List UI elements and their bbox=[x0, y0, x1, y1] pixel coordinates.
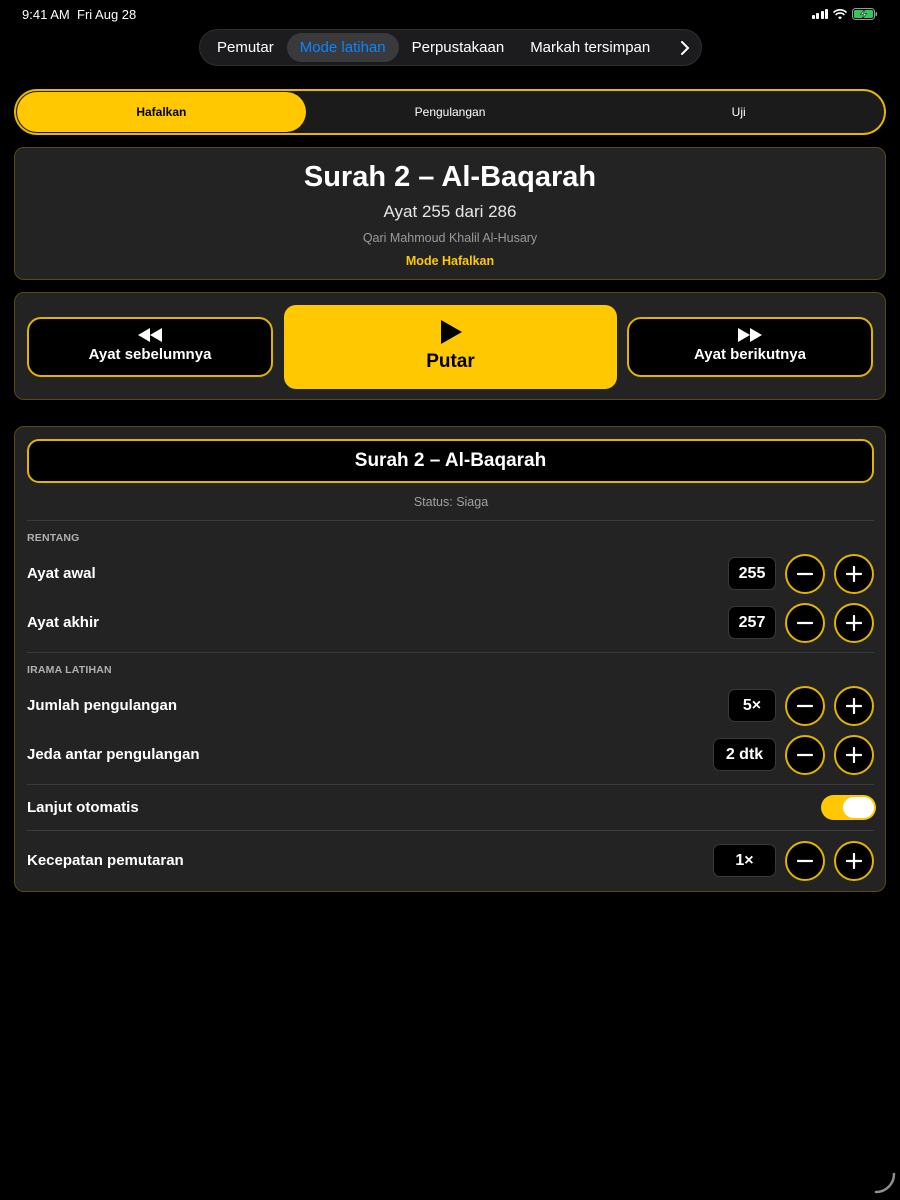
minus-icon bbox=[797, 859, 813, 863]
previous-ayat-label: Ayat sebelumnya bbox=[88, 346, 212, 363]
playback-speed-increment-button[interactable] bbox=[834, 841, 874, 881]
start-ayat-value: 255 bbox=[728, 557, 776, 590]
divider bbox=[27, 784, 874, 785]
minus-icon bbox=[797, 704, 813, 708]
wifi-icon bbox=[833, 8, 847, 19]
end-ayat-label: Ayat akhir bbox=[27, 614, 99, 631]
chevron-right-icon bbox=[681, 40, 690, 55]
start-ayat-increment-button[interactable] bbox=[834, 554, 874, 594]
divider bbox=[27, 830, 874, 831]
minus-icon bbox=[797, 753, 813, 757]
status-time: 9:41 AM bbox=[22, 7, 70, 22]
status-bar: 9:41 AM Fri Aug 28 bbox=[0, 0, 900, 30]
segment-hafalkan[interactable]: Hafalkan bbox=[17, 92, 306, 132]
repeat-count-decrement-button[interactable] bbox=[785, 686, 825, 726]
surah-title: Surah 2 – Al-Baqarah bbox=[303, 161, 597, 193]
repeat-count-increment-button[interactable] bbox=[834, 686, 874, 726]
segment-pengulangan[interactable]: Pengulangan bbox=[306, 92, 595, 132]
pause-between-label: Jeda antar pengulangan bbox=[27, 746, 200, 763]
tab-markah-tersimpan[interactable]: Markah tersimpan bbox=[517, 33, 663, 62]
pause-between-increment-button[interactable] bbox=[834, 735, 874, 775]
mode-segmented-control: Hafalkan Pengulangan Uji bbox=[14, 89, 886, 135]
minus-icon bbox=[797, 621, 813, 625]
resize-corner-icon bbox=[874, 1172, 896, 1194]
start-ayat-decrement-button[interactable] bbox=[785, 554, 825, 594]
fast-forward-icon bbox=[738, 328, 762, 342]
plus-icon bbox=[846, 698, 862, 714]
playback-speed-value: 1× bbox=[713, 844, 776, 877]
play-button[interactable]: Putar bbox=[284, 305, 617, 389]
repeat-count-label: Jumlah pengulangan bbox=[27, 697, 178, 714]
next-ayat-label: Ayat berikutnya bbox=[694, 346, 806, 363]
section-header-irama-latihan: IRAMA LATIHAN bbox=[27, 664, 112, 676]
end-ayat-increment-button[interactable] bbox=[834, 603, 874, 643]
segment-uji[interactable]: Uji bbox=[594, 92, 883, 132]
mode-label: Mode Hafalkan bbox=[405, 254, 495, 268]
previous-ayat-button[interactable]: Ayat sebelumnya bbox=[27, 317, 273, 377]
plus-icon bbox=[846, 566, 862, 582]
status-icons bbox=[811, 8, 879, 20]
auto-advance-label: Lanjut otomatis bbox=[27, 799, 139, 816]
status-text: Status: Siaga bbox=[413, 495, 489, 509]
surah-selector-button[interactable]: Surah 2 – Al-Baqarah bbox=[27, 439, 874, 483]
tab-perpustakaan[interactable]: Perpustakaan bbox=[399, 33, 518, 62]
playback-speed-decrement-button[interactable] bbox=[785, 841, 825, 881]
signal-icon bbox=[811, 9, 828, 19]
auto-advance-toggle[interactable] bbox=[821, 795, 876, 820]
end-ayat-value: 257 bbox=[728, 606, 776, 639]
play-label: Putar bbox=[426, 351, 475, 372]
repeat-count-value: 5× bbox=[728, 689, 776, 722]
play-icon bbox=[440, 320, 462, 344]
divider bbox=[27, 652, 874, 653]
tab-pemutar[interactable]: Pemutar bbox=[204, 33, 287, 62]
rewind-icon bbox=[138, 328, 162, 342]
section-header-rentang: RENTANG bbox=[27, 532, 80, 544]
ayat-progress: Ayat 255 dari 286 bbox=[383, 202, 517, 221]
plus-icon bbox=[846, 747, 862, 763]
tab-mode-latihan[interactable]: Mode latihan bbox=[286, 33, 399, 62]
next-ayat-button[interactable]: Ayat berikutnya bbox=[627, 317, 873, 377]
surah-info-card: Surah 2 – Al-Baqarah Ayat 255 dari 286 Q… bbox=[14, 147, 886, 280]
toggle-knob bbox=[843, 797, 874, 818]
battery-charging-icon bbox=[852, 8, 878, 20]
nav-more-button[interactable] bbox=[673, 33, 697, 62]
start-ayat-label: Ayat awal bbox=[27, 565, 96, 582]
divider bbox=[27, 520, 874, 521]
practice-settings-card: Surah 2 – Al-Baqarah Status: Siaga RENTA… bbox=[14, 426, 886, 892]
plus-icon bbox=[846, 615, 862, 631]
playback-speed-label: Kecepatan pemutaran bbox=[27, 852, 184, 869]
minus-icon bbox=[797, 572, 813, 576]
status-date: Fri Aug 28 bbox=[77, 7, 137, 22]
top-nav: Pemutar Mode latihan Perpustakaan Markah… bbox=[199, 29, 702, 66]
end-ayat-decrement-button[interactable] bbox=[785, 603, 825, 643]
playback-controls: Ayat sebelumnya Putar Ayat berikutnya bbox=[14, 292, 886, 400]
plus-icon bbox=[846, 853, 862, 869]
qari-name: Qari Mahmoud Khalil Al-Husary bbox=[362, 231, 538, 245]
pause-between-value: 2 dtk bbox=[713, 738, 776, 771]
pause-between-decrement-button[interactable] bbox=[785, 735, 825, 775]
